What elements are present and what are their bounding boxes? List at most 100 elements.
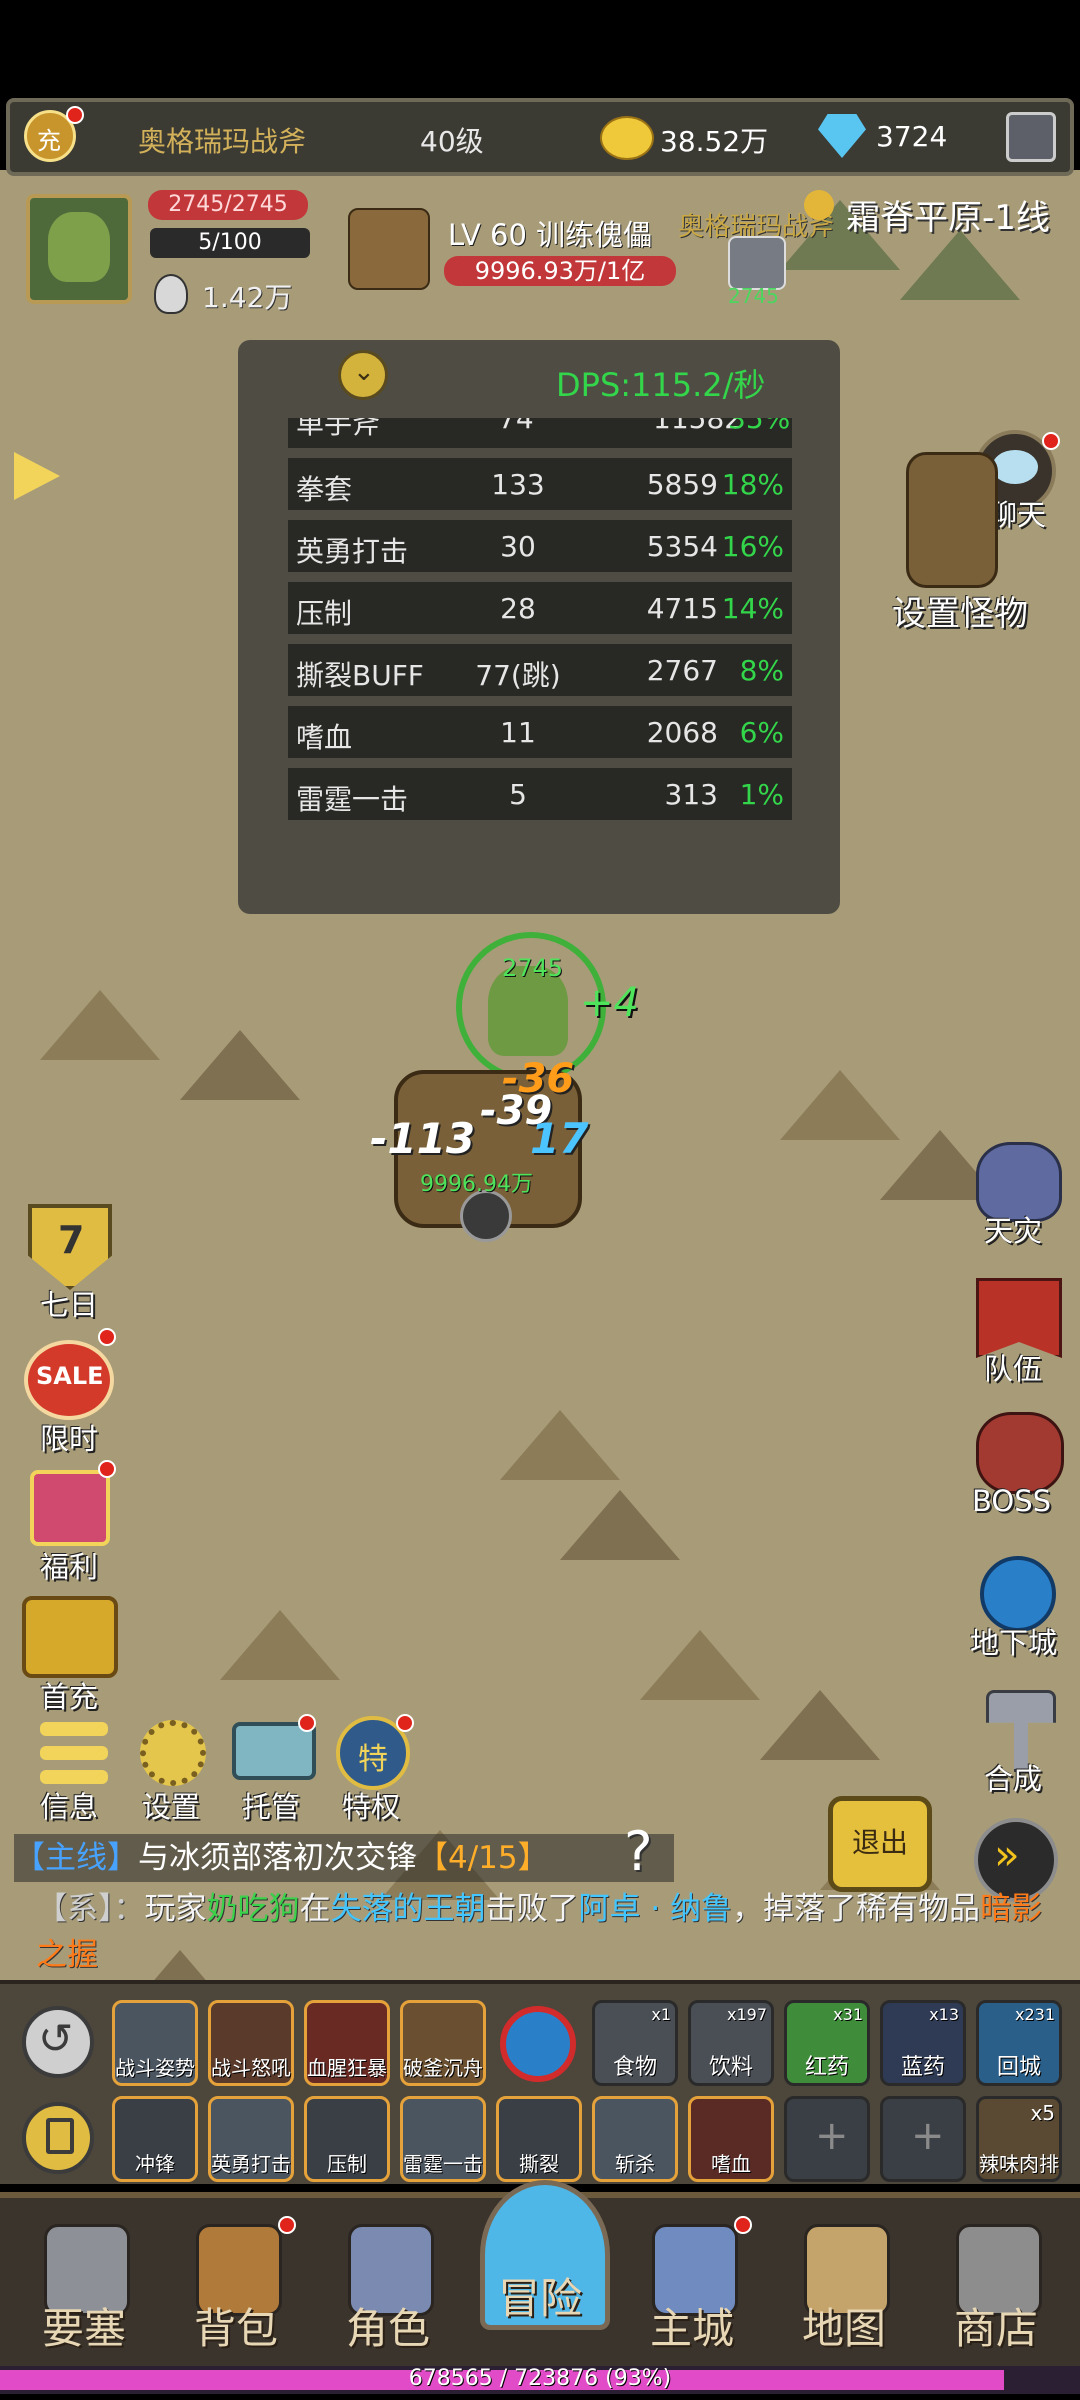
gift-box-icon[interactable] — [30, 1470, 110, 1546]
treasure-chest-icon[interactable] — [22, 1596, 118, 1678]
skill-slot[interactable]: 英勇打击 — [208, 2096, 294, 2182]
golem-icon[interactable] — [906, 452, 998, 588]
info-menu-icon[interactable] — [40, 1722, 108, 1784]
empty-slot[interactable]: + — [784, 2096, 870, 2182]
nav-label: 角色 — [345, 2304, 430, 2353]
food-slot-count: x5 — [1030, 2101, 1055, 2125]
settings-label: 设置 — [142, 1790, 201, 1824]
battle-settings-icon[interactable] — [1006, 112, 1056, 162]
nav-adventure[interactable]: 冒险 — [470, 2180, 610, 2330]
float-damage-3: -113 — [370, 1114, 476, 1163]
sys-t4: ，掉落了稀有物品 — [732, 1891, 981, 1927]
dps-panel: ⌄ DPS:115.2/秒 单手斧 74 11582 35% 拳套 133 5859… — [238, 340, 840, 914]
privilege-badge-text: 特 — [358, 1742, 388, 1777]
skill-label: 战斗怒吼 — [211, 2056, 291, 2080]
quest-hint-icon[interactable]: ? — [624, 1820, 653, 1883]
target-name: LV 60 训练傀儡 — [448, 218, 653, 252]
owner-hp: 2745 — [728, 284, 779, 308]
nav-label: 冒险 — [497, 2274, 582, 2323]
skill-slot[interactable]: 战斗怒吼 — [208, 2000, 294, 2086]
dps-row: 英勇打击 30 5354 16% — [288, 520, 792, 572]
limited-label: 限时 — [40, 1422, 99, 1456]
skill-slot[interactable]: 破釜沉舟 — [400, 2000, 486, 2086]
dps-skill-damage: 4715 — [646, 592, 718, 625]
nav-bag[interactable]: 背包 — [166, 2210, 306, 2360]
skill-slot[interactable]: 血腥狂暴 — [304, 2000, 390, 2086]
speech-bubble-icon — [992, 450, 1038, 484]
dps-skill-damage: 2767 — [646, 654, 718, 687]
welfare-notification-dot — [98, 1460, 116, 1478]
item-slot[interactable]: x31 红药 — [784, 2000, 870, 2086]
notification-dot — [278, 2216, 296, 2234]
gold-icon[interactable] — [600, 116, 654, 160]
diamond-icon[interactable] — [818, 114, 866, 158]
dps-skill-count: 77(跳) — [475, 659, 561, 692]
item-slot[interactable]: x1 食物 — [592, 2000, 678, 2086]
player-mp-bar: 5/100 — [150, 228, 310, 258]
exit-button[interactable]: 退出 — [828, 1796, 932, 1892]
skill-label: 压制 — [327, 2152, 367, 2176]
skill-slot[interactable]: 冲锋 — [112, 2096, 198, 2182]
collapse-button[interactable]: ⌄ — [338, 350, 388, 400]
skill-slot[interactable]: 嗜血 — [688, 2096, 774, 2182]
player-power: 1.42万 — [202, 281, 293, 314]
set-monster-label[interactable]: 设置怪物 — [892, 586, 1028, 635]
skill-slot[interactable]: 压制 — [304, 2096, 390, 2182]
battle-scene[interactable]: 2745 +4 -36 -39 -113 17 9996.94万 — [370, 890, 650, 1260]
exp-text: 678565 / 723876 (93%) — [408, 2366, 672, 2391]
nav-main-city[interactable]: 主城 — [622, 2210, 762, 2360]
privilege-notification-dot — [396, 1714, 414, 1732]
owner-weapon-icon — [728, 236, 786, 290]
dps-skill-count: 11 — [500, 716, 536, 749]
boss-demon-icon[interactable] — [976, 1412, 1064, 1494]
nav-label: 要塞 — [41, 2304, 126, 2353]
food-slot[interactable]: x5 辣味肉排 — [976, 2096, 1062, 2182]
location-label[interactable]: 霜脊平原-1线 — [846, 190, 1050, 239]
dps-skill-count: 30 — [500, 530, 536, 563]
plus-icon: + — [911, 2113, 945, 2159]
discard-button[interactable] — [22, 2102, 94, 2174]
dps-row: 嗜血 11 2068 6% — [288, 706, 792, 758]
target-frame[interactable]: LV 60 训练傀儡 9996.93万/1亿 — [340, 198, 680, 298]
exit-label: 退出 — [851, 1826, 908, 1859]
item-count: x13 — [929, 2005, 959, 2024]
quest-tracker[interactable]: 【主线】与冰须部落初次交锋【4/15】 — [14, 1834, 674, 1882]
top-status-bar: 充 奥格瑞玛战斧 40级 38.52万 3724 — [6, 98, 1074, 176]
sys-t1: 玩家 — [144, 1891, 207, 1927]
nav-character[interactable]: 角色 — [318, 2210, 458, 2360]
item-slot[interactable]: x13 蓝药 — [880, 2000, 966, 2086]
boss-label: BOSS — [972, 1484, 1052, 1518]
disaster-label: 天灾 — [984, 1214, 1043, 1248]
player-avatar[interactable] — [26, 194, 132, 304]
player-hp-text: 2745/2745 — [168, 192, 288, 217]
dps-row: 拳套 133 5859 18% — [288, 458, 792, 510]
nav-fortress[interactable]: 要塞 — [14, 2210, 154, 2360]
system-message: 【系】：玩家奶吃狗在失落的王朝击败了阿卓 · 纳鲁，掉落了稀有物品暗影之握 — [36, 1886, 1056, 1978]
dps-row-partial: 单手斧 74 11582 35% — [288, 418, 792, 448]
item-slot[interactable]: x231 回城 — [976, 2000, 1062, 2086]
skill-slot[interactable]: 雷霆一击 — [400, 2096, 486, 2182]
dps-skill-pct: 18% — [721, 468, 784, 501]
first-charge-label: 首充 — [40, 1680, 99, 1714]
float-damage-4: 17 — [530, 1114, 589, 1163]
nav-map[interactable]: 地图 — [774, 2210, 914, 2360]
nav-shop[interactable]: 商店 — [926, 2210, 1066, 2360]
cancel-action-icon[interactable] — [500, 2006, 576, 2082]
team-label: 队伍 — [984, 1352, 1043, 1386]
dps-skill-name: 英勇打击 — [296, 535, 409, 568]
skill-slot[interactable]: 战斗姿势 — [112, 2000, 198, 2086]
sale-text: SALE — [36, 1362, 104, 1390]
item-slot[interactable]: x197 饮料 — [688, 2000, 774, 2086]
empty-slot[interactable]: + — [880, 2096, 966, 2182]
craft-label: 合成 — [984, 1762, 1043, 1796]
refresh-button[interactable]: ↺ — [22, 2006, 94, 2078]
dps-row: 雷霆一击 5 313 1% — [288, 768, 792, 820]
skill-slot[interactable]: 斩杀 — [592, 2096, 678, 2182]
skill-slot[interactable]: 撕裂 — [496, 2096, 582, 2182]
skill-label: 战斗姿势 — [115, 2056, 195, 2080]
refresh-icon: ↺ — [38, 2014, 74, 2063]
gear-icon[interactable] — [140, 1720, 206, 1786]
expand-arrow-icon[interactable] — [14, 452, 60, 500]
dps-skill-count: 28 — [500, 592, 536, 625]
sale-badge-icon[interactable]: SALE — [24, 1340, 114, 1420]
